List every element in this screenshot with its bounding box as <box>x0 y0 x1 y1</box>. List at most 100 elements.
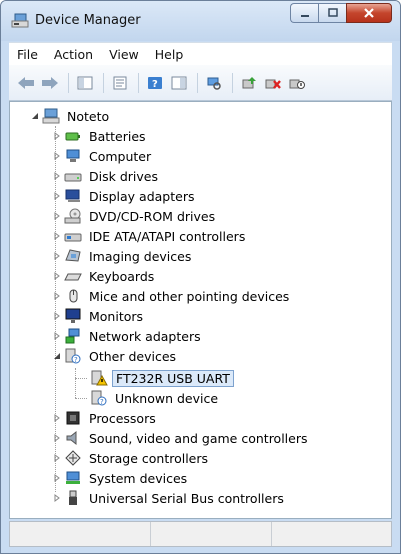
tree-item-unknown-device[interactable]: ? Unknown device <box>90 388 221 408</box>
back-button[interactable] <box>15 73 37 93</box>
expand-icon[interactable] <box>52 311 62 321</box>
tree-item-processors[interactable]: Processors <box>52 408 159 428</box>
device-manager-icon <box>11 13 29 28</box>
dvd-drive-icon <box>64 208 81 224</box>
tree-item-disk-drives[interactable]: Disk drives <box>52 166 161 186</box>
close-icon <box>364 8 374 18</box>
tree-item-network-adapters[interactable]: Network adapters <box>52 326 204 346</box>
tree-item-sound-controllers[interactable]: Sound, video and game controllers <box>52 428 311 448</box>
expand-icon[interactable] <box>52 291 62 301</box>
other-device-icon: ? <box>65 348 81 364</box>
expand-icon[interactable] <box>52 151 62 161</box>
expand-icon[interactable] <box>52 251 62 261</box>
svg-text:?: ? <box>100 398 104 406</box>
tree-item-dvd-drives[interactable]: DVD/CD-ROM drives <box>52 206 218 226</box>
sound-icon <box>66 430 77 446</box>
update-driver-icon <box>242 76 256 88</box>
expand-icon[interactable] <box>52 413 62 423</box>
tree-item-ide-controllers[interactable]: IDE ATA/ATAPI controllers <box>52 226 248 246</box>
tree-item-label: IDE ATA/ATAPI controllers <box>89 228 246 244</box>
tree-item-usb-controllers[interactable]: Universal Serial Bus controllers <box>52 488 287 508</box>
update-driver-button[interactable] <box>238 73 260 93</box>
tree-connector <box>75 368 76 398</box>
expand-icon[interactable] <box>52 191 62 201</box>
menu-action[interactable]: Action <box>46 47 101 62</box>
disable-icon <box>289 79 305 89</box>
device-tree[interactable]: Noteto Batteries Computer Disk drives Di… <box>9 101 392 519</box>
expand-icon[interactable] <box>52 473 62 483</box>
expand-icon[interactable] <box>52 171 62 181</box>
scan-hardware-icon <box>207 77 221 90</box>
computer-icon <box>66 149 80 162</box>
menu-help[interactable]: Help <box>147 47 192 62</box>
tree-item-label: Universal Serial Bus controllers <box>89 490 284 506</box>
warning-device-icon <box>91 370 108 386</box>
help-button[interactable]: ? <box>144 73 166 93</box>
storage-controller-icon <box>65 450 81 466</box>
action-pane-icon <box>171 76 187 89</box>
action-pane-button[interactable] <box>168 73 190 93</box>
expand-icon[interactable] <box>52 331 62 341</box>
computer-root-icon <box>42 108 60 124</box>
back-icon <box>18 76 34 89</box>
battery-icon <box>65 132 80 141</box>
tree-item-monitors[interactable]: Monitors <box>52 306 146 326</box>
collapse-icon[interactable] <box>52 351 62 361</box>
tree-root[interactable]: Noteto <box>30 106 112 126</box>
tree-connector <box>75 398 87 399</box>
tree-item-label: System devices <box>89 470 188 486</box>
minimize-icon <box>300 15 309 17</box>
tree-item-display-adapters[interactable]: Display adapters <box>52 186 197 206</box>
tree-item-computer[interactable]: Computer <box>52 146 154 166</box>
tree-item-imaging-devices[interactable]: Imaging devices <box>52 246 194 266</box>
close-button[interactable] <box>346 3 392 23</box>
expand-icon[interactable] <box>52 433 62 443</box>
properties-icon <box>113 76 127 89</box>
tree-item-label: Sound, video and game controllers <box>89 430 308 446</box>
uninstall-icon <box>265 79 281 89</box>
tree-item-label: Imaging devices <box>89 248 192 264</box>
toolbar-separator <box>103 72 104 93</box>
tree-item-storage-controllers[interactable]: Storage controllers <box>52 448 211 468</box>
expand-icon[interactable] <box>52 453 62 463</box>
tree-item-label: DVD/CD-ROM drives <box>89 208 216 224</box>
disable-button[interactable] <box>286 73 308 93</box>
forward-button[interactable] <box>39 73 61 93</box>
menu-view[interactable]: View <box>101 47 147 62</box>
tree-item-batteries[interactable]: Batteries <box>52 126 149 146</box>
title-bar[interactable]: Device Manager <box>1 1 400 41</box>
tree-item-label: Keyboards <box>89 268 155 284</box>
mouse-icon <box>69 289 78 303</box>
tree-item-other-devices[interactable]: ? Other devices <box>52 346 179 366</box>
collapse-icon[interactable] <box>30 111 40 121</box>
tree-item-system-devices[interactable]: System devices <box>52 468 190 488</box>
scan-hardware-button[interactable] <box>203 73 225 93</box>
expand-icon[interactable] <box>52 493 62 503</box>
help-icon: ? <box>148 76 162 90</box>
properties-button[interactable] <box>109 73 131 93</box>
toolbar-separator <box>68 72 69 93</box>
expand-icon[interactable] <box>52 211 62 221</box>
tree-item-label: Computer <box>89 148 152 164</box>
tree-item-label: Monitors <box>89 308 144 324</box>
tree-item-mice[interactable]: Mice and other pointing devices <box>52 286 292 306</box>
menu-file[interactable]: File <box>9 47 46 62</box>
tree-item-keyboards[interactable]: Keyboards <box>52 266 157 286</box>
monitor-icon <box>65 308 81 323</box>
svg-text:?: ? <box>74 356 78 364</box>
disk-drive-icon <box>64 173 82 182</box>
maximize-button[interactable] <box>318 3 346 23</box>
expand-icon[interactable] <box>52 271 62 281</box>
minimize-button[interactable] <box>290 3 318 23</box>
tree-item-label: FT232R USB UART <box>112 369 234 387</box>
show-hide-tree-button[interactable] <box>74 73 96 93</box>
uninstall-button[interactable] <box>262 73 284 93</box>
ide-controller-icon <box>64 233 82 242</box>
expand-icon[interactable] <box>52 131 62 141</box>
tree-item-label: Unknown device <box>115 390 219 406</box>
tree-item-label: Display adapters <box>89 188 195 204</box>
device-manager-window: Device Manager File Action View Help ? N… <box>0 0 401 554</box>
expand-icon[interactable] <box>52 231 62 241</box>
tree-item-ft232r-usb-uart[interactable]: FT232R USB UART <box>90 368 234 388</box>
tree-item-label: Disk drives <box>89 168 158 184</box>
